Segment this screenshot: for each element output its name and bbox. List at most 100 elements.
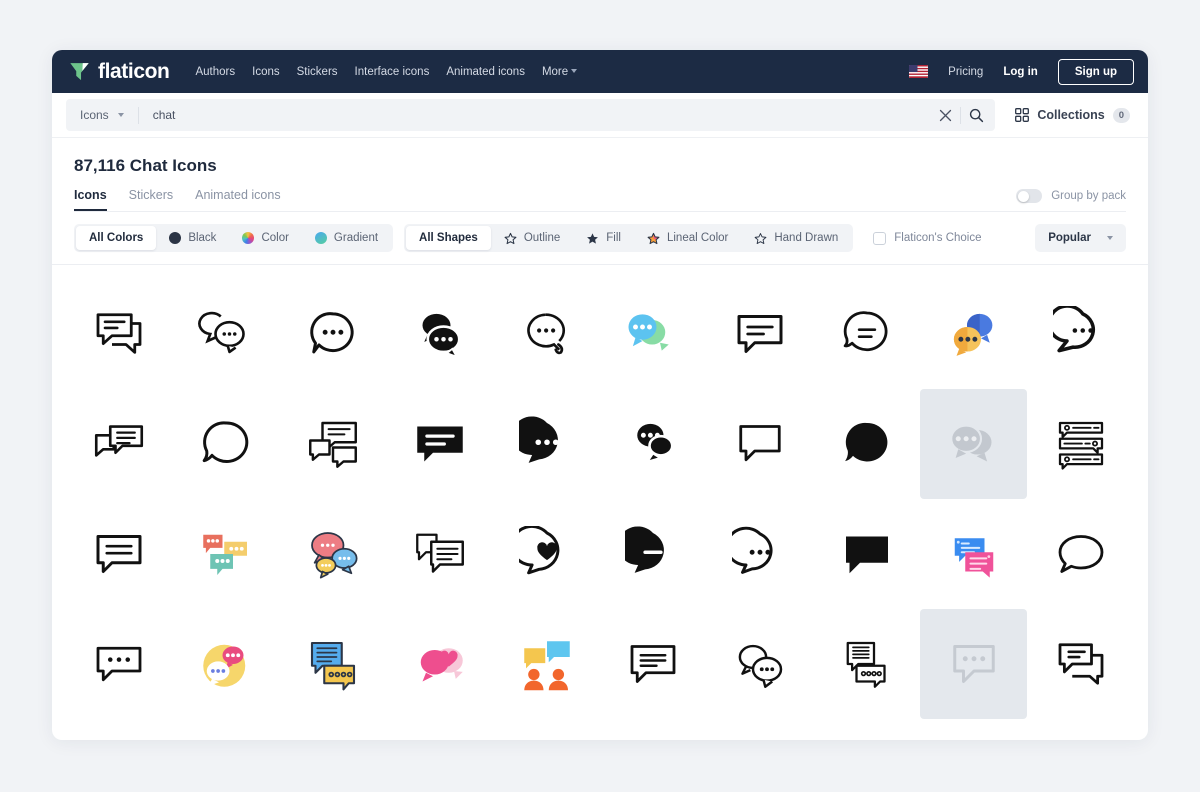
icon-cell-chat-overlapping-bubbles-dots[interactable] xyxy=(173,279,280,389)
icon-cell-chat-round-bubble-dots[interactable] xyxy=(280,279,387,389)
filter-hand-drawn-label: Hand Drawn xyxy=(774,232,838,244)
icon-cell-chat-two-panels-lines-outline[interactable] xyxy=(386,499,493,609)
search-submit-button[interactable] xyxy=(961,100,991,130)
filter-all-colors-label: All Colors xyxy=(89,232,143,244)
icon-cell-chat-smiley-yellow-pink[interactable] xyxy=(173,609,280,719)
search-scope-dropdown[interactable]: Icons xyxy=(80,108,124,122)
icon-cell-chat-square-lines-outline[interactable] xyxy=(707,279,814,389)
nav-link-icons[interactable]: Icons xyxy=(252,66,280,78)
icon-cell-chat-square-bubble-outline[interactable] xyxy=(707,389,814,499)
icon-cell-chat-square-lines-fill[interactable] xyxy=(386,389,493,499)
nav-link-animated-icons[interactable]: Animated icons xyxy=(446,66,525,78)
icon-cell-chat-bubbles-blue-yellow[interactable] xyxy=(920,279,1027,389)
clear-search-button[interactable] xyxy=(930,100,960,130)
filter-black[interactable]: Black xyxy=(156,226,229,250)
tab-stickers[interactable]: Stickers xyxy=(129,188,173,211)
search-divider xyxy=(138,107,139,124)
icon-cell-chat-square-lines-outline-2[interactable] xyxy=(66,499,173,609)
icon-cell-chat-round-equals-outline[interactable] xyxy=(814,279,921,389)
pricing-link[interactable]: Pricing xyxy=(948,66,983,78)
chat-bubble-dots-thick-outline-icon xyxy=(1053,306,1109,362)
gradient-swatch-icon xyxy=(315,232,327,244)
flaticons-choice-checkbox[interactable]: Flaticon's Choice xyxy=(873,232,981,245)
icon-cell-chat-bubble-dots-gray[interactable] xyxy=(920,609,1027,719)
tab-animated-icons[interactable]: Animated icons xyxy=(195,188,280,211)
icon-cell-chat-double-bubble-dots-fill[interactable] xyxy=(600,389,707,499)
icon-cell-chat-bubbles-blue-green[interactable] xyxy=(600,279,707,389)
signup-button[interactable]: Sign up xyxy=(1058,59,1134,85)
filter-black-label: Black xyxy=(188,232,216,244)
results-tabs: Icons Stickers Animated icons Group by p… xyxy=(74,188,1126,212)
tab-icons[interactable]: Icons xyxy=(74,188,107,211)
icon-cell-chat-three-bubbles-flat[interactable] xyxy=(173,499,280,609)
icon-cell-chat-round-blob-fill[interactable] xyxy=(814,389,921,499)
icon-cell-chat-triple-bubble-dots-outline[interactable] xyxy=(707,609,814,719)
chat-overlapping-bubbles-dots-icon xyxy=(198,306,254,362)
filter-bar: All Colors Black Color Gradient All Shap xyxy=(52,212,1148,265)
nav-link-more[interactable]: More xyxy=(542,66,577,78)
filter-fill[interactable]: Fill xyxy=(573,226,634,250)
icon-cell-chat-square-lines-bold-outline[interactable] xyxy=(600,609,707,719)
icon-cell-chat-square-dots-outline[interactable] xyxy=(66,609,173,719)
chat-two-bubbles-fill-icon xyxy=(412,306,468,362)
icon-cell-chat-round-dots-fill[interactable] xyxy=(493,389,600,499)
chat-round-blob-fill-icon xyxy=(839,416,895,472)
icon-cell-chat-document-bubbles-outline[interactable] xyxy=(814,609,921,719)
collections-button[interactable]: Collections 0 xyxy=(1015,108,1130,123)
collections-count-badge: 0 xyxy=(1113,108,1130,123)
icon-cell-chat-round-minus-fill[interactable] xyxy=(600,499,707,609)
color-wheel-swatch-icon xyxy=(242,232,254,244)
sort-dropdown[interactable]: Popular xyxy=(1035,224,1126,252)
icon-cell-chat-three-bubbles-color[interactable] xyxy=(280,499,387,609)
icon-cell-chat-blue-yellow-bubbles[interactable] xyxy=(280,609,387,719)
login-link[interactable]: Log in xyxy=(1003,66,1038,78)
filter-lineal-color[interactable]: Lineal Color xyxy=(634,226,741,250)
chevron-down-icon xyxy=(118,113,124,117)
chat-square-lines-outline-2-icon xyxy=(91,526,147,582)
nav-link-interface-icons[interactable]: Interface icons xyxy=(355,66,430,78)
search-input[interactable] xyxy=(153,108,931,122)
icon-cell-chat-plain-bubble-outline[interactable] xyxy=(173,389,280,499)
chat-blue-pink-cards-icon xyxy=(946,526,1002,582)
group-by-pack-toggle[interactable]: Group by pack xyxy=(1016,189,1126,203)
icon-cell-chat-two-bubbles-fill[interactable] xyxy=(386,279,493,389)
icon-cell-chat-message-list-outline[interactable] xyxy=(1027,389,1134,499)
nav-link-stickers[interactable]: Stickers xyxy=(297,66,338,78)
filter-gradient-label: Gradient xyxy=(334,232,378,244)
icon-cell-chat-square-fill[interactable] xyxy=(814,499,921,609)
close-icon xyxy=(939,109,952,122)
sort-label: Popular xyxy=(1048,232,1091,244)
us-flag-icon[interactable] xyxy=(909,65,928,78)
icon-cell-chat-two-windows-outline[interactable] xyxy=(66,389,173,499)
icon-cell-chat-double-bubble-gray[interactable] xyxy=(920,389,1027,499)
icon-cell-chat-people-talking[interactable] xyxy=(493,609,600,719)
flaticons-choice-label: Flaticon's Choice xyxy=(894,232,981,244)
top-navbar: flaticon Authors Icons Stickers Interfac… xyxy=(52,50,1148,93)
icon-cell-chat-blue-pink-cards[interactable] xyxy=(920,499,1027,609)
nav-link-authors[interactable]: Authors xyxy=(195,66,235,78)
brand-name: flaticon xyxy=(98,60,169,84)
filter-outline[interactable]: Outline xyxy=(491,226,573,250)
filter-hand-drawn[interactable]: Hand Drawn xyxy=(741,226,851,250)
chat-round-bubble-dots-icon xyxy=(305,306,361,362)
filter-color[interactable]: Color xyxy=(229,226,301,250)
icon-cell-chat-bubble-dots-thick-outline[interactable] xyxy=(1027,279,1134,389)
icon-cell-chat-oval-bubble-outline[interactable] xyxy=(1027,499,1134,609)
chat-square-bubble-outline-icon xyxy=(732,416,788,472)
icon-cell-chat-round-dots-outline[interactable] xyxy=(707,499,814,609)
brand-logo[interactable]: flaticon xyxy=(68,60,169,84)
icon-cell-chat-bubble-dots-tail-outline[interactable] xyxy=(493,279,600,389)
icon-cell-chat-stacked-windows-outline[interactable] xyxy=(280,389,387,499)
icon-cell-chat-two-bubbles-equals-outline[interactable] xyxy=(1027,609,1134,719)
filter-all-shapes[interactable]: All Shapes xyxy=(406,226,491,250)
chat-two-windows-outline-icon xyxy=(91,416,147,472)
chat-blue-yellow-bubbles-icon xyxy=(305,636,361,692)
filter-gradient[interactable]: Gradient xyxy=(302,226,391,250)
chat-bubbles-blue-yellow-icon xyxy=(946,306,1002,362)
filter-all-colors[interactable]: All Colors xyxy=(76,226,156,250)
icon-cell-chat-pink-heart-bubbles[interactable] xyxy=(386,609,493,719)
star-hand-drawn-icon xyxy=(754,232,767,245)
icon-cell-chat-heart-bubble-outline[interactable] xyxy=(493,499,600,609)
icon-cell-chat-two-bubbles-outline[interactable] xyxy=(66,279,173,389)
page-title: 87,116 Chat Icons xyxy=(74,156,1126,176)
